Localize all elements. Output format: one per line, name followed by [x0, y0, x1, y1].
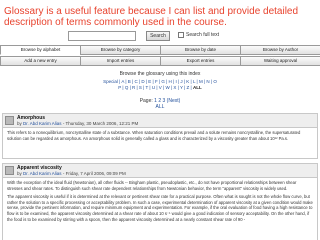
fulltext-checkbox[interactable] — [178, 32, 184, 38]
entry-date: - Friday, 7 April 2006, 09:09 PM — [62, 171, 126, 176]
tab-browse-by-author[interactable]: Browse by Author — [240, 45, 320, 55]
entry-definition: With the exception of the ideal fluid (N… — [3, 178, 317, 227]
definition-paragraph: The apparent viscosity is useful if it i… — [7, 194, 313, 222]
author-link[interactable]: Dr. Abd Karim Alias — [23, 171, 62, 176]
browse-tabs: Browse by alphabet Browse by category Br… — [0, 45, 320, 55]
search-bar: Search Search full text — [0, 31, 320, 43]
entry-date: - Thursday, 30 March 2006, 12:21 PM — [62, 121, 139, 126]
add-entry-button[interactable]: Add a new entry — [0, 56, 81, 66]
glossary-entry: Amorphous by Dr. Abd Karim Alias - Thurs… — [2, 113, 318, 159]
browse-index-title: Browse the glossary using this index — [119, 71, 201, 77]
next-page-link[interactable]: (Next) — [167, 98, 181, 104]
import-entries-button[interactable]: Import entries — [80, 56, 161, 66]
entry-definition: This refers to a nonequilibrium, noncrys… — [3, 128, 317, 146]
action-tabs: Add a new entry Import entries Export en… — [0, 56, 320, 66]
entry-byline: by Dr. Abd Karim Alias - Thursday, 30 Ma… — [17, 121, 314, 126]
avatar[interactable] — [5, 116, 14, 125]
search-button[interactable]: Search — [146, 31, 170, 41]
alphabet-index: Special | A | B | C | D | E | F | G | H … — [86, 79, 234, 91]
alphabet-links-line2-letters[interactable]: P | Q | R | S | T | U | V | W | X | Y | … — [118, 85, 191, 90]
definition-paragraph: With the exception of the ideal fluid (N… — [7, 180, 297, 191]
entry-byline: by Dr. Abd Karim Alias - Friday, 7 April… — [17, 171, 314, 176]
alphabet-links-line2: P | Q | R | S | T | U | V | W | X | Y | … — [86, 85, 234, 91]
alphabet-all-link[interactable]: ALL — [193, 85, 202, 90]
slide-caption: Glossary is a useful feature because I c… — [4, 6, 299, 28]
tab-browse-by-date[interactable]: Browse by date — [160, 45, 241, 55]
show-all-pages-link[interactable]: ALL — [156, 104, 165, 110]
fulltext-option[interactable]: Search full text — [178, 32, 219, 38]
byline-prefix: by — [17, 171, 22, 176]
search-input[interactable] — [68, 31, 136, 41]
author-link[interactable]: Dr. Abd Karim Alias — [23, 121, 62, 126]
entry-header: Apparent viscosity by Dr. Abd Karim Alia… — [3, 164, 317, 178]
avatar[interactable] — [5, 166, 14, 175]
fulltext-label: Search full text — [186, 32, 220, 38]
export-entries-button[interactable]: Export entries — [160, 56, 241, 66]
pagination: Page: 1 2 3 (Next) ALL — [0, 98, 320, 110]
tab-browse-by-category[interactable]: Browse by category — [80, 45, 161, 55]
waiting-approval-button[interactable]: Waiting approval — [240, 56, 320, 66]
glossary-entry: Apparent viscosity by Dr. Abd Karim Alia… — [2, 163, 318, 240]
page-label: Page: — [139, 98, 153, 104]
tab-browse-by-alphabet[interactable]: Browse by alphabet — [0, 45, 81, 55]
definition-paragraph: This refers to a nonequilibrium, noncrys… — [7, 130, 301, 141]
entry-header: Amorphous by Dr. Abd Karim Alias - Thurs… — [3, 114, 317, 128]
byline-prefix: by — [17, 121, 22, 126]
